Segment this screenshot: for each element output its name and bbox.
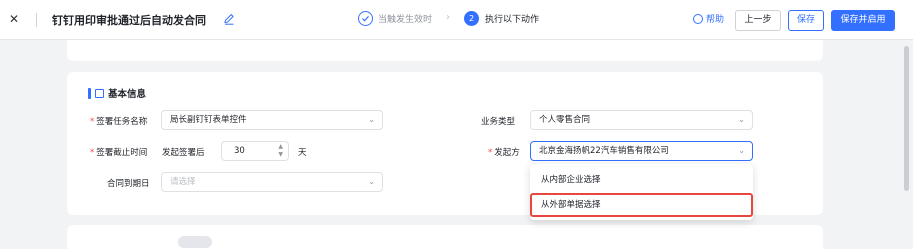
section-title-text: 基本信息 xyxy=(108,89,147,100)
save-and-enable-button[interactable]: 保存并启用 xyxy=(831,10,895,31)
step-number: 2 xyxy=(464,11,479,26)
deadline-stepper[interactable]: 30 ▲ ▼ xyxy=(221,141,289,161)
prev-step-button[interactable]: 上一步 xyxy=(735,10,781,31)
initiator-value: 北京金海扬帆22汽车销售有限公司 xyxy=(539,146,669,156)
task-name-select[interactable]: 局长副钉钉表单控件 ⌄ xyxy=(161,110,383,130)
deadline-prefix: 发起签署后 xyxy=(162,148,205,158)
accent-bar xyxy=(88,87,91,99)
task-name-value: 局长副钉钉表单控件 xyxy=(170,115,247,125)
step-action[interactable]: 2 执行以下动作 xyxy=(464,11,539,26)
required-mark: * xyxy=(90,148,95,158)
step-trigger[interactable]: 当触发生效时 xyxy=(358,11,432,26)
required-mark: * xyxy=(90,117,95,127)
help-link[interactable]: 帮助 xyxy=(693,12,724,25)
help-icon xyxy=(693,13,703,24)
stepper-arrows-icon[interactable]: ▲ ▼ xyxy=(278,143,283,159)
step-action-label: 执行以下动作 xyxy=(485,15,540,25)
initiator-label: * 发起方 xyxy=(488,148,520,158)
section-title: 基本信息 xyxy=(88,86,146,100)
help-label: 帮助 xyxy=(706,15,725,25)
deadline-value: 30 xyxy=(234,146,245,156)
close-icon[interactable]: ✕ xyxy=(7,12,21,26)
page-title: 钉钉用印审批通过后自动发合同 xyxy=(52,14,206,27)
chevron-down-icon: ⌄ xyxy=(368,177,375,186)
chevron-right-icon: › xyxy=(446,12,450,23)
badge-placeholder xyxy=(178,236,212,248)
expiry-placeholder: 请选择 xyxy=(170,177,196,187)
scrollbar[interactable] xyxy=(904,46,909,191)
initiator-dropdown: 从内部企业选择 从外部单据选择 xyxy=(530,164,753,220)
check-circle-icon xyxy=(358,11,373,26)
deadline-unit: 天 xyxy=(298,148,307,158)
divider xyxy=(36,13,37,27)
deadline-label: * 签署截止时间 xyxy=(90,148,148,158)
required-mark: * xyxy=(488,148,493,158)
initiator-select[interactable]: 北京金海扬帆22汽车销售有限公司 ⌄ xyxy=(530,141,753,161)
top-bar: ✕ 钉钉用印审批通过后自动发合同 当触发生效时 › 2 执行以下动作 帮助 上一… xyxy=(0,0,913,40)
step-trigger-label: 当触发生效时 xyxy=(378,15,433,25)
business-type-label: 业务类型 xyxy=(481,117,516,127)
dropdown-option-external[interactable]: 从外部单据选择 xyxy=(530,193,753,217)
task-name-label: * 签署任务名称 xyxy=(90,117,148,127)
save-button[interactable]: 保存 xyxy=(788,10,824,31)
form-icon xyxy=(95,88,104,98)
chevron-down-icon: ⌄ xyxy=(738,146,745,155)
expiry-select[interactable]: 请选择 ⌄ xyxy=(161,172,383,192)
dropdown-option-internal[interactable]: 从内部企业选择 xyxy=(530,168,753,192)
previous-card xyxy=(67,40,823,61)
business-type-select[interactable]: 个人零售合同 ⌄ xyxy=(530,110,753,130)
pencil-icon[interactable] xyxy=(222,12,236,26)
business-type-value: 个人零售合同 xyxy=(539,115,591,125)
chevron-down-icon: ⌄ xyxy=(368,115,375,124)
chevron-down-icon: ⌄ xyxy=(738,115,745,124)
expiry-label: 合同到期日 xyxy=(107,179,150,189)
